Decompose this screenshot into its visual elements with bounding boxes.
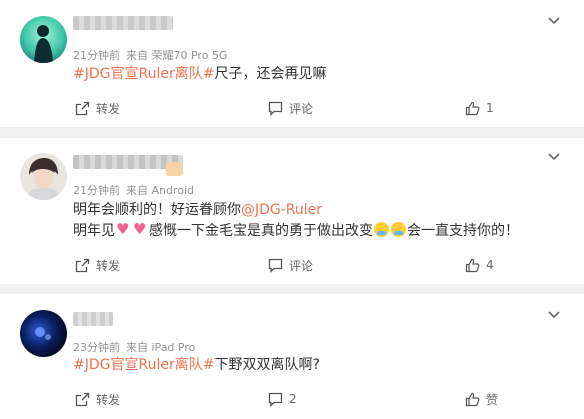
comment-label: 评论 <box>289 258 314 273</box>
comment-source: 来自 荣耀70 Pro 5G <box>126 49 228 62</box>
comment-actions: 转发 评论 1 <box>0 98 584 118</box>
comment-label: 评论 <box>289 101 314 116</box>
heart-emoji <box>133 222 148 237</box>
comment-icon <box>268 392 283 407</box>
like-label: 赞 <box>486 392 499 407</box>
hashtag-link[interactable]: #JDG官宣Ruler离队# <box>73 66 214 82</box>
username-blurred[interactable] <box>73 16 173 30</box>
comment-actions: 转发 评论 4 <box>0 255 584 275</box>
repost-button[interactable]: 转发 <box>75 255 120 275</box>
crying-emoji <box>391 222 406 237</box>
avatar[interactable] <box>20 16 67 63</box>
comment-text-line: 明年会顺利的！好运眷顾你@JDG-Ruler <box>73 200 322 220</box>
like-count: 1 <box>486 101 494 115</box>
comment-body: 明年见 <box>73 223 115 239</box>
like-button[interactable]: 4 <box>465 255 494 275</box>
like-count: 4 <box>486 258 494 272</box>
comment-card: 23分钟前 来自 iPad Pro #JDG官宣Ruler离队#下野双双离队啊? … <box>0 294 584 419</box>
username-blurred[interactable] <box>73 312 113 326</box>
comment-time: 21分钟前 <box>73 49 120 62</box>
comment-body: 会一直支持你的！ <box>407 223 519 239</box>
comment-time: 21分钟前 <box>73 184 120 197</box>
heart-emoji <box>116 222 131 237</box>
comment-body: 下野双双离队啊? <box>214 357 320 373</box>
comment-meta: 21分钟前 来自 Android <box>73 182 194 198</box>
thumbs-up-icon <box>465 101 480 115</box>
repost-label: 转发 <box>96 392 121 407</box>
repost-label: 转发 <box>96 258 121 273</box>
comment-source: 来自 iPad Pro <box>126 341 196 354</box>
repost-button[interactable]: 转发 <box>75 98 120 118</box>
repost-icon <box>75 392 90 406</box>
comment-time: 23分钟前 <box>73 341 120 354</box>
repost-icon <box>75 258 90 272</box>
comment-card: 21分钟前 来自 荣耀70 Pro 5G #JDG官宣Ruler离队#尺子，还会再… <box>0 0 584 127</box>
comment-meta: 23分钟前 来自 iPad Pro <box>73 339 195 355</box>
repost-label: 转发 <box>96 101 121 116</box>
like-button[interactable]: 赞 <box>465 389 498 409</box>
comment-button[interactable]: 2 <box>268 389 297 409</box>
comment-source: 来自 Android <box>126 184 195 197</box>
comment-text: #JDG官宣Ruler离队#下野双双离队啊? <box>73 355 320 375</box>
crying-emoji <box>374 222 389 237</box>
comment-count: 2 <box>289 392 297 406</box>
comment-actions: 转发 2 赞 <box>0 389 584 409</box>
comment-body: 感慨一下金毛宝是真的勇于做出改变 <box>149 223 373 239</box>
comment-body: 尺子，还会再见嘛 <box>214 66 327 82</box>
comment-button[interactable]: 评论 <box>268 98 313 118</box>
hashtag-link[interactable]: #JDG官宣Ruler离队# <box>73 357 214 373</box>
thumbs-up-icon <box>465 392 480 406</box>
comment-text: #JDG官宣Ruler离队#尺子，还会再见嘛 <box>73 64 326 84</box>
thumbs-up-icon <box>465 258 480 272</box>
repost-icon <box>75 101 90 115</box>
comment-button[interactable]: 评论 <box>268 255 313 275</box>
user-badge <box>166 162 183 176</box>
comment-icon <box>268 101 283 116</box>
repost-button[interactable]: 转发 <box>75 389 120 409</box>
comment-body: 明年会顺利的！好运眷顾你 <box>73 202 241 218</box>
mention-link[interactable]: @JDG-Ruler <box>241 202 322 218</box>
comment-feed: 21分钟前 来自 荣耀70 Pro 5G #JDG官宣Ruler离队#尺子，还会再… <box>0 0 584 419</box>
chevron-down-icon[interactable] <box>548 17 560 25</box>
chevron-down-icon[interactable] <box>548 311 560 319</box>
chevron-down-icon[interactable] <box>548 153 560 161</box>
comment-icon <box>268 258 283 273</box>
avatar[interactable] <box>20 153 67 200</box>
comment-text-line: 明年见 感慨一下金毛宝是真的勇于做出改变 会一直支持你的！ <box>73 221 519 241</box>
avatar[interactable] <box>20 310 67 357</box>
comment-card: 21分钟前 来自 Android 明年会顺利的！好运眷顾你@JDG-Ruler 明… <box>0 138 584 284</box>
like-button[interactable]: 1 <box>465 98 494 118</box>
comment-meta: 21分钟前 来自 荣耀70 Pro 5G <box>73 47 227 63</box>
